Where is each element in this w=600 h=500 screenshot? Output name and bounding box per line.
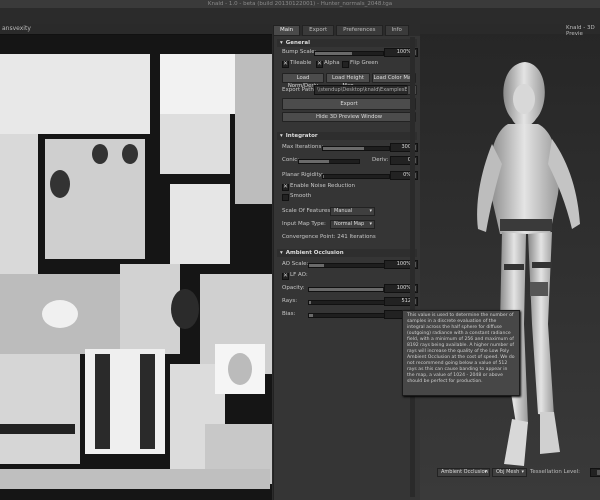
general-title: General [285,40,310,46]
smooth-checkbox[interactable] [282,194,289,201]
planar-rigidity-fill [323,175,325,178]
preview-header: Knald - 3D Previe [420,24,600,37]
mesh-select[interactable]: Obj Mesh ▾ [492,468,527,477]
bias-fill [309,314,313,317]
lf-ao-checkbox[interactable] [282,272,289,280]
max-iterations-label: Max Iterations: [282,144,324,150]
deriv-label: Deriv: [372,157,389,163]
scale-features-select[interactable]: Manual ▾ [330,207,375,216]
scale-features-value: Manual [334,208,353,214]
general-section-header[interactable]: ▾ General [277,39,417,47]
alpha-checkbox[interactable] [316,60,323,68]
tab-info[interactable]: Info [384,25,409,36]
left-panel-title: ansvexity [2,25,31,32]
load-height-button[interactable]: Load Height Map [326,73,370,89]
3d-preview-viewport[interactable] [420,24,600,500]
input-map-type-select[interactable]: Normal Map ▾ [330,220,375,229]
lf-ao-label: LF AO: [290,272,308,278]
collapse-arrow-icon: ▾ [280,40,283,46]
integrator-title: Integrator [285,133,318,139]
bump-scale-label: Bump Scale: [282,49,317,55]
ao-scale-label: AO Scale: [282,261,309,267]
view-mode-value: Ambient Occlusion [441,469,488,475]
opacity-slider[interactable] [308,287,386,292]
alpha-label: Alpha [324,60,340,66]
bump-scale-fill [315,52,353,55]
conic-slider[interactable] [298,159,360,164]
bump-scale-slider[interactable] [314,51,384,56]
flip-green-label: Flip Green [350,60,379,66]
chevron-down-icon: ▾ [521,469,524,475]
tab-preferences[interactable]: Preferences [336,25,383,36]
integrator-section-header[interactable]: ▾ Integrator [277,132,417,140]
panel-scrollbar[interactable] [410,37,415,497]
window-title: Knald - 1.0 - beta (build 20130122001) -… [0,0,600,8]
noise-reduction-label: Enable Noise Reduction [290,183,355,189]
ao-title: Ambient Occlusion [285,250,344,256]
rays-tooltip: This value is used to determine the numb… [402,310,520,396]
rays-fill [309,301,312,304]
scale-features-label: Scale Of Features: [282,208,333,214]
collapse-arrow-icon: ▾ [280,133,283,139]
input-map-type-value: Normal Map [334,221,365,227]
tab-bar: Main Export Preferences Info [273,25,409,36]
input-map-type-label: Input Map Type: [282,221,326,227]
tileable-label: Tileable [290,60,312,66]
conic-fill [299,160,329,163]
export-path-field[interactable]: \\stendup\Desktop\knald\ExamplesExport [314,85,408,95]
collapse-arrow-icon: ▾ [280,250,283,256]
chevron-down-icon: ▾ [369,221,372,227]
view-mode-select[interactable]: Ambient Occlusion ▾ [437,468,490,477]
flip-green-checkbox[interactable] [342,61,349,68]
bias-slider[interactable] [308,313,386,318]
preview-title: Knald - 3D Previe [566,25,595,37]
ao-scale-fill [309,264,325,267]
chevron-down-icon: ▾ [369,208,372,214]
export-path-label: Export Path: [282,87,316,93]
tab-export[interactable]: Export [302,25,335,36]
export-button[interactable]: Export [282,98,416,110]
planar-rigidity-slider[interactable] [322,174,390,179]
max-iterations-fill [323,147,364,150]
tab-main[interactable]: Main [273,25,301,36]
hide-preview-button[interactable]: Hide 3D Preview Window [282,112,416,122]
character-model [477,62,580,466]
load-normals-button[interactable]: Load Norm/Deriv [282,73,324,89]
chevron-down-icon: ▾ [484,469,487,475]
conic-label: Conic: [282,157,300,163]
ao-section-header[interactable]: ▾ Ambient Occlusion [277,249,417,257]
texture-viewport[interactable] [0,24,272,500]
max-iterations-slider[interactable] [322,146,390,151]
mesh-value: Obj Mesh [496,469,520,475]
tessellation-spinbox[interactable] [590,468,600,477]
smooth-label: Smooth [290,193,312,199]
tessellation-label: Tessellation Level: [530,469,581,475]
rays-label: Rays: [282,298,298,304]
planar-rigidity-label: Planar Rigidity: [282,172,324,178]
tileable-checkbox[interactable] [282,60,289,68]
noise-reduction-checkbox[interactable] [282,183,289,191]
rays-slider[interactable] [308,300,386,305]
bias-label: Bias: [282,311,296,317]
uv-texture-image [0,24,272,500]
opacity-fill [309,288,384,291]
settings-panel: ▾General Bump Scale: 100% Tileable Alpha… [273,36,421,500]
ao-scale-slider[interactable] [308,263,386,268]
convergence-label: Convergence Point: 241 Iterations [282,234,376,240]
left-panel-header: ansvexity [0,24,272,35]
opacity-label: Opacity: [282,285,305,291]
